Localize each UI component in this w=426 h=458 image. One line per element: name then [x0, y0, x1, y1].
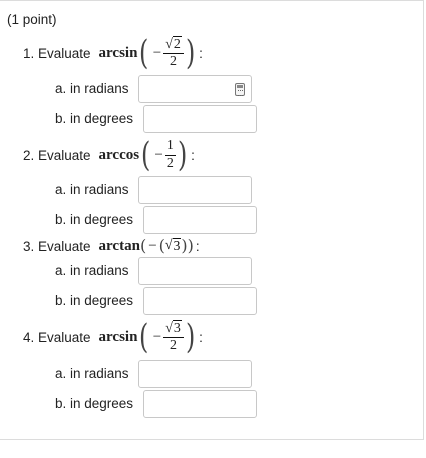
question-2b-label: b. in degrees	[55, 212, 134, 227]
question-2a-answer-field[interactable]	[138, 176, 252, 204]
question-1-minus: −	[152, 44, 162, 61]
question-2-text: 2. Evaluate	[23, 147, 91, 163]
question-1-function: arcsin	[98, 44, 138, 61]
question-1b-answer-field[interactable]	[143, 105, 257, 133]
question-3-sqrt: √ 3	[164, 238, 182, 254]
question-3a-answer-field[interactable]	[138, 257, 252, 285]
question-2-fraction: 1 2	[164, 138, 176, 171]
question-3b-answer-field[interactable]	[143, 287, 257, 315]
question-4-function: arcsin	[98, 328, 138, 345]
question-4-text: 4. Evaluate	[23, 329, 91, 345]
question-4-denominator: 2	[170, 338, 178, 354]
question-3-function: arctan	[98, 237, 140, 254]
question-4b-label: b. in degrees	[55, 396, 134, 411]
question-1: 1. Evaluate arcsin ( − √ 2 2 ) :	[23, 33, 203, 73]
question-4-minus: −	[152, 328, 162, 345]
question-3a-label: a. in radians	[55, 263, 129, 278]
question-4: 4. Evaluate arcsin ( − √ 3 2 ) :	[23, 317, 203, 357]
calculator-icon[interactable]	[235, 83, 245, 96]
question-1-denominator: 2	[170, 54, 178, 70]
question-3: 3. Evaluate arctan ( − ( √ 3 ) ) :	[23, 236, 200, 255]
question-3-radicand: 3	[172, 238, 182, 254]
question-3-minus: −	[148, 237, 157, 254]
points-label: (1 point)	[7, 12, 57, 27]
question-3b-label: b. in degrees	[55, 293, 134, 308]
question-4-radicand: 3	[172, 319, 182, 336]
problem-card: (1 point) 1. Evaluate arcsin ( − √ 2 2 ) …	[0, 0, 424, 440]
question-4a-label: a. in radians	[55, 366, 129, 381]
question-2-function: arccos	[98, 146, 140, 163]
question-2-denominator: 2	[166, 155, 174, 171]
question-4a-answer-field[interactable]	[138, 360, 252, 388]
question-2-minus: −	[154, 146, 163, 163]
question-1-text: 1. Evaluate	[23, 45, 91, 61]
question-4-fraction: √ 3 2	[163, 319, 184, 354]
question-4b-answer-field[interactable]	[143, 390, 257, 418]
question-2a-label: a. in radians	[55, 182, 129, 197]
question-2b-answer-field[interactable]	[143, 206, 257, 234]
question-2-numerator: 1	[164, 138, 176, 156]
question-2: 2. Evaluate arccos ( − 1 2 ) :	[23, 135, 195, 175]
question-1a-label: a. in radians	[55, 81, 129, 96]
question-3-text: 3. Evaluate	[23, 238, 91, 254]
question-1-radicand: 2	[172, 35, 182, 52]
question-1a-answer-field[interactable]	[138, 75, 252, 103]
question-1-fraction: √ 2 2	[163, 35, 184, 70]
question-1b-label: b. in degrees	[55, 111, 134, 126]
